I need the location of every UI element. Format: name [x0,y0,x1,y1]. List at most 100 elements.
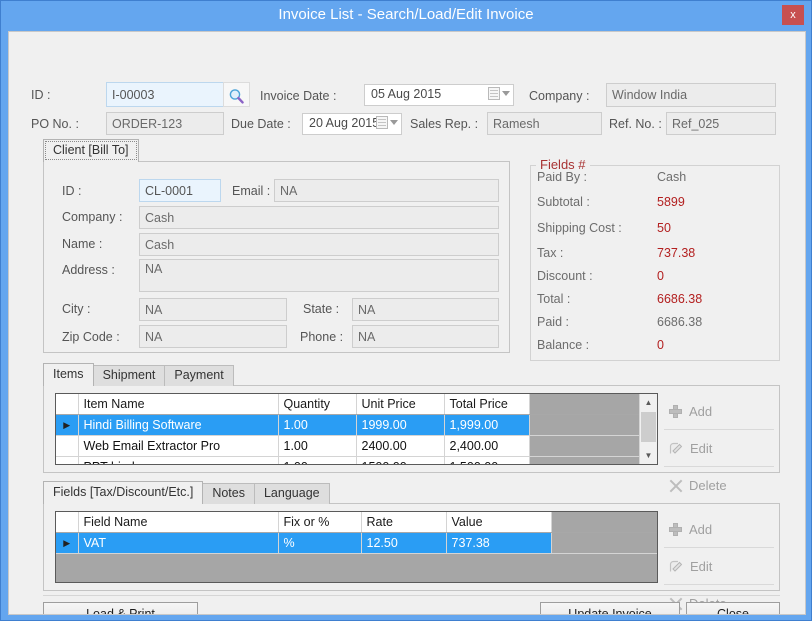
search-icon[interactable] [223,82,250,107]
chevron-down-icon [390,120,398,125]
fields-grid[interactable]: Field Name Fix or % Rate Value ▶ VAT % 1… [55,511,658,583]
tab-notes[interactable]: Notes [202,483,255,504]
client-zip-input[interactable] [139,325,287,348]
paid-by-label: Paid By : [537,170,588,184]
row-arrow-icon: ▶ [63,537,71,548]
cell-quantity: 1.00 [278,456,357,464]
cell-value: 737.38 [446,532,552,554]
shipping-cost-label: Shipping Cost : [537,221,622,235]
shipping-cost-value: 50 [657,221,671,235]
update-invoice-button[interactable]: Update Invoice [540,602,680,614]
items-delete-label: Delete [689,478,727,493]
fields-edit-button[interactable]: Edit [664,548,774,585]
load-and-print-button[interactable]: Load & Print [43,602,198,614]
col-rate[interactable]: Rate [361,512,447,533]
items-edit-button[interactable]: Edit [664,430,774,467]
cell-filler [529,435,657,457]
row-marker[interactable]: ▶ [56,532,79,554]
invoice-id-label: ID : [31,88,51,102]
due-date-picker[interactable]: 20 Aug 2015 [302,113,402,135]
close-icon[interactable]: x [782,5,804,25]
col-fix-or-pct[interactable]: Fix or % [278,512,362,533]
discount-label: Discount : [537,269,593,283]
client-company-input[interactable] [139,206,499,229]
client-city-input[interactable] [139,298,287,321]
plus-icon [669,522,682,536]
scrollbar-thumb[interactable] [641,412,656,442]
tab-client-bill-to[interactable]: Client [Bill To] [43,139,139,162]
client-id-input[interactable] [139,179,221,202]
col-total-price[interactable]: Total Price [444,394,530,415]
row-selector-header [56,512,79,533]
balance-value: 0 [657,338,664,352]
ref-number-input[interactable] [666,112,776,135]
table-row[interactable]: PPT binder 1.00 1500.00 1,500.00 [56,456,657,464]
footer-divider [43,595,780,596]
fields-edit-label: Edit [690,558,713,574]
pencil-icon [669,442,683,455]
close-button[interactable]: Close [686,602,780,614]
cell-total-price: 2,400.00 [444,435,530,457]
table-row[interactable]: ▶ Hindi Billing Software 1.00 1999.00 1,… [56,414,657,436]
po-number-label: PO No. : [31,117,79,131]
col-quantity[interactable]: Quantity [278,394,357,415]
subtotal-value: 5899 [657,195,685,209]
fields-table: Field Name Fix or % Rate Value ▶ VAT % 1… [56,512,657,554]
invoice-id-input[interactable] [106,82,224,107]
company-input[interactable] [606,83,776,107]
fields-actions: Add Edit Delete [664,511,774,614]
row-marker[interactable] [56,456,79,464]
scroll-up-icon[interactable]: ▲ [640,394,657,411]
tab-language[interactable]: Language [253,483,330,504]
tab-fields-tax-discount[interactable]: Fields [Tax/Discount/Etc.] [43,481,204,504]
fields-panel: Field Name Fix or % Rate Value ▶ VAT % 1… [43,503,780,611]
items-panel: Item Name Quantity Unit Price Total Pric… [43,385,780,493]
sales-rep-input[interactable] [487,112,602,135]
x-icon [669,479,682,492]
client-phone-label: Phone : [300,330,344,344]
subtotal-label: Subtotal : [537,195,590,209]
row-marker[interactable]: ▶ [56,414,79,436]
client-name-input[interactable] [139,233,499,256]
cell-unit-price: 1500.00 [356,456,445,464]
cell-total-price: 1,500.00 [444,456,530,464]
due-date-dropdown[interactable] [376,116,398,129]
scroll-down-icon[interactable]: ▼ [640,447,657,464]
items-header-row: Item Name Quantity Unit Price Total Pric… [56,394,657,415]
tab-items[interactable]: Items [43,363,94,386]
col-item-name[interactable]: Item Name [78,394,279,415]
row-marker[interactable] [56,435,79,457]
client-id-label: ID : [62,184,82,198]
items-grid[interactable]: Item Name Quantity Unit Price Total Pric… [55,393,658,465]
tab-shipment[interactable]: Shipment [92,365,166,386]
due-date-value: 20 Aug 2015 [309,116,380,130]
items-delete-button[interactable]: Delete [664,467,774,504]
items-table: Item Name Quantity Unit Price Total Pric… [56,394,657,464]
tax-label: Tax : [537,246,564,260]
paid-label: Paid : [537,315,569,329]
client-address-label: Address : [62,263,115,277]
client-email-input[interactable] [274,179,499,202]
calendar-icon [488,87,500,100]
invoice-date-dropdown[interactable] [488,87,510,100]
items-add-button[interactable]: Add [664,393,774,430]
fields-add-button[interactable]: Add [664,511,774,548]
client-address-input[interactable]: NA [139,259,499,292]
fields-add-label: Add [689,521,713,537]
client-state-input[interactable] [352,298,499,321]
table-row[interactable]: Web Email Extractor Pro 1.00 2400.00 2,4… [56,435,657,457]
po-number-input[interactable] [106,112,224,135]
client-phone-input[interactable] [352,325,499,348]
invoice-window: Invoice List - Search/Load/Edit Invoice … [0,0,812,621]
client-zip-label: Zip Code : [62,330,120,344]
col-value[interactable]: Value [446,512,552,533]
col-unit-price[interactable]: Unit Price [356,394,445,415]
magnifier-glyph [229,88,244,104]
tab-payment[interactable]: Payment [164,365,234,386]
invoice-date-picker[interactable]: 05 Aug 2015 [364,84,514,106]
calendar-icon [376,116,388,129]
items-vertical-scrollbar[interactable]: ▲ ▼ [639,394,657,464]
col-field-name[interactable]: Field Name [78,512,279,533]
total-label: Total : [537,292,571,306]
table-row[interactable]: ▶ VAT % 12.50 737.38 [56,532,657,554]
